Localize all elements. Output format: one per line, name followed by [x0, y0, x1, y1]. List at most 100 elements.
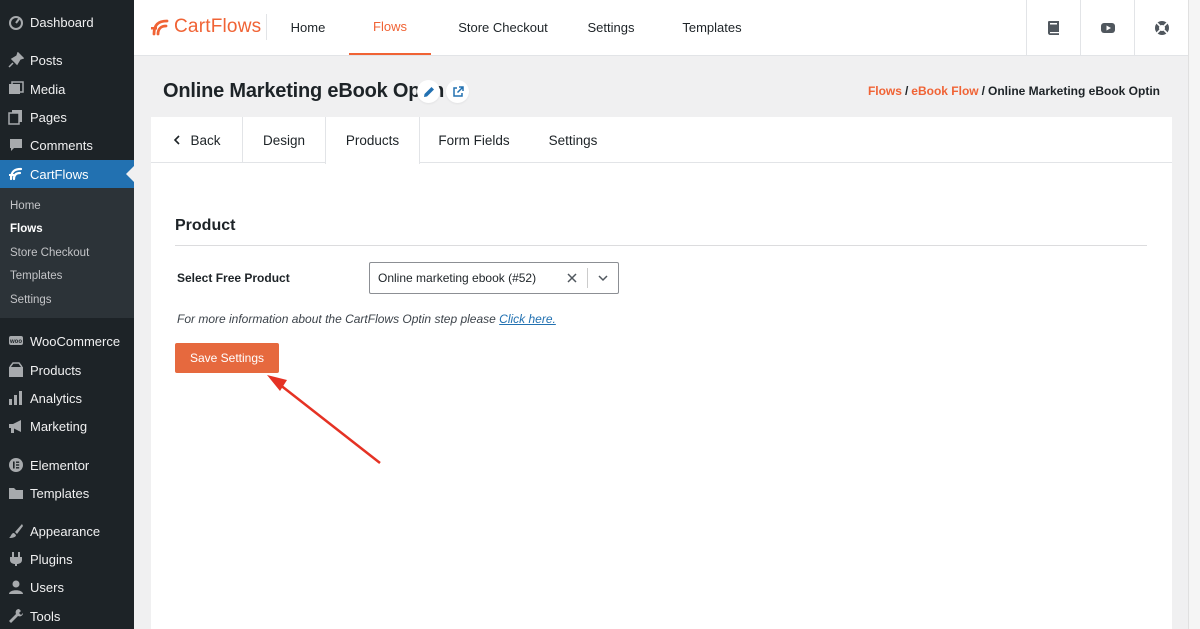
tab-settings[interactable]: Settings [528, 117, 618, 163]
woo-icon: woo [8, 333, 24, 349]
pencil-icon [423, 86, 434, 97]
menu-label: Products [30, 362, 82, 378]
breadcrumb-separator: / [904, 84, 909, 98]
megaphone-icon [8, 418, 24, 434]
submenu-item-flows[interactable]: Flows [10, 223, 43, 235]
pages-icon [8, 109, 24, 125]
breadcrumb-flows[interactable]: Flows [868, 84, 902, 98]
nav-tab-home[interactable]: Home [276, 0, 340, 55]
menu-item-products[interactable]: Products [0, 356, 134, 384]
menu-item-marketing[interactable]: Marketing [0, 412, 134, 440]
menu-item-elementor[interactable]: Elementor [0, 451, 134, 479]
select-product-label: Select Free Product [177, 271, 290, 285]
menu-item-templates[interactable]: Templates [0, 479, 134, 507]
plugin-icon [8, 551, 24, 567]
menu-item-woocommerce[interactable]: woo WooCommerce [0, 327, 134, 355]
step-settings-card: Back Design Products Form Fields Setting… [151, 117, 1172, 629]
breadcrumb-separator: / [981, 84, 985, 98]
external-link-icon [452, 85, 464, 97]
edit-title-button[interactable] [417, 80, 440, 103]
submenu-item-home[interactable]: Home [10, 200, 41, 212]
menu-label: Templates [30, 485, 90, 501]
menu-label: Posts [30, 52, 63, 68]
menu-label: Plugins [30, 551, 73, 567]
active-menu-pointer [126, 166, 134, 182]
svg-text:woo: woo [9, 339, 22, 345]
comment-icon [8, 137, 24, 153]
select-value: Online marketing ebook (#52) [378, 271, 537, 285]
menu-item-analytics[interactable]: Analytics [0, 384, 134, 412]
menu-item-dashboard[interactable]: Dashboard [0, 8, 134, 36]
page-title: Online Marketing eBook Optin [163, 80, 445, 102]
menu-label: CartFlows [30, 166, 89, 182]
nav-tab-templates[interactable]: Templates [668, 0, 756, 55]
breadcrumb: Flows / eBook Flow / Online Marketing eBook … [868, 84, 1160, 98]
product-select[interactable]: Online marketing ebook (#52) [369, 262, 619, 294]
clear-selection-button[interactable] [557, 263, 587, 293]
logo-divider [266, 14, 267, 40]
products-icon [8, 362, 24, 378]
submenu-item-settings[interactable]: Settings [10, 294, 52, 306]
section-divider [175, 245, 1147, 246]
help-link[interactable]: Click here. [499, 312, 556, 326]
menu-item-appearance[interactable]: Appearance [0, 517, 134, 545]
page-scrollbar[interactable] [1188, 0, 1200, 629]
video-icon [1100, 22, 1115, 33]
book-icon [1047, 20, 1059, 35]
folder-icon [8, 485, 24, 501]
menu-label: Comments [30, 137, 93, 153]
menu-item-plugins[interactable]: Plugins [0, 545, 134, 573]
menu-label: Tools [30, 608, 61, 624]
help-text-body: For more information about the CartFlows… [177, 312, 500, 326]
menu-item-media[interactable]: Media [0, 75, 134, 103]
dashboard-icon [8, 14, 24, 30]
cartflows-logo[interactable]: CartFlows [150, 14, 261, 40]
support-button[interactable] [1134, 0, 1188, 55]
menu-item-pages[interactable]: Pages [0, 103, 134, 131]
back-button[interactable]: Back [151, 117, 243, 163]
back-label: Back [190, 132, 221, 148]
close-icon [567, 273, 577, 283]
nav-tab-settings[interactable]: Settings [574, 0, 648, 55]
support-icon [1154, 20, 1169, 35]
menu-label: Dashboard [30, 14, 94, 30]
breadcrumb-current: Online Marketing eBook Optin [987, 84, 1160, 98]
submenu-item-templates[interactable]: Templates [10, 270, 62, 282]
breadcrumb-ebook-flow[interactable]: eBook Flow [911, 84, 978, 98]
video-tutorials-button[interactable] [1080, 0, 1134, 55]
submenu-item-store-checkout[interactable]: Store Checkout [10, 247, 89, 259]
cartflows-logo-icon [151, 19, 169, 36]
cartflows-top-nav: CartFlows Home Flows Store Checkout Sett… [134, 0, 1188, 56]
menu-item-cartflows[interactable]: CartFlows [0, 160, 134, 188]
tab-design[interactable]: Design [243, 117, 325, 163]
nav-tab-flows[interactable]: Flows [349, 0, 431, 55]
menu-label: Media [30, 81, 66, 97]
logo-text: CartFlows [174, 16, 262, 37]
menu-label: Elementor [30, 457, 90, 473]
step-tabs: Back Design Products Form Fields Setting… [151, 117, 1172, 164]
view-step-button[interactable] [446, 80, 469, 103]
docs-button[interactable] [1026, 0, 1080, 55]
menu-label: Analytics [30, 390, 83, 406]
cartflows-submenu: Home Flows Store Checkout Templates Sett… [0, 188, 134, 318]
user-icon [8, 579, 24, 595]
menu-item-comments[interactable]: Comments [0, 131, 134, 159]
nav-tab-store-checkout[interactable]: Store Checkout [444, 0, 562, 55]
chevron-down-icon [598, 275, 608, 282]
help-text: For more information about the CartFlows… [177, 312, 556, 326]
pin-icon [8, 52, 24, 68]
tab-form-fields[interactable]: Form Fields [420, 117, 528, 163]
tab-products[interactable]: Products [325, 117, 420, 164]
menu-label: Appearance [30, 523, 101, 539]
menu-label: Users [30, 579, 64, 595]
admin-sidebar: Dashboard Posts Media Pages Comments Car… [0, 0, 134, 629]
wrench-icon [8, 608, 24, 624]
dropdown-toggle[interactable] [588, 263, 618, 293]
menu-item-tools[interactable]: Tools [0, 602, 134, 629]
menu-item-users[interactable]: Users [0, 573, 134, 601]
save-settings-button[interactable]: Save Settings [175, 343, 279, 373]
analytics-icon [8, 390, 24, 406]
elementor-icon [8, 457, 24, 473]
menu-item-posts[interactable]: Posts [0, 46, 134, 74]
menu-label: Marketing [30, 418, 88, 434]
